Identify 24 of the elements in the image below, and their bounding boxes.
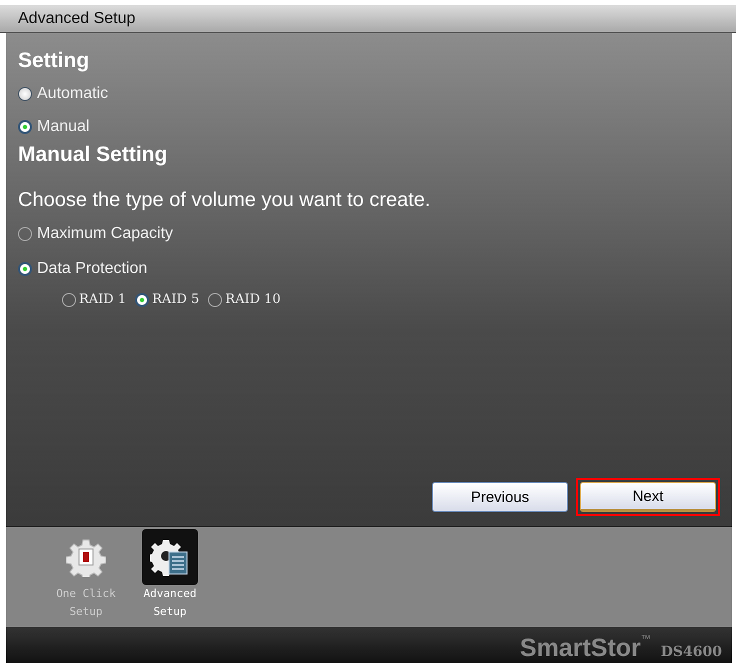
- window-title: Advanced Setup: [18, 10, 136, 28]
- radio-button[interactable]: [208, 292, 222, 306]
- radio-option[interactable]: Manual: [18, 110, 720, 143]
- radio-button[interactable]: [62, 292, 76, 306]
- nav-button[interactable]: Next: [580, 482, 716, 512]
- radio-option[interactable]: RAID 10: [208, 292, 281, 307]
- nav-button[interactable]: Previous: [432, 482, 568, 512]
- section-heading: Setting: [18, 49, 90, 73]
- dock-item[interactable]: Advanced Setup: [142, 527, 198, 627]
- radio-option[interactable]: Data Protection: [18, 251, 720, 286]
- radio-option[interactable]: RAID 1: [62, 292, 126, 307]
- radio-button[interactable]: [18, 226, 32, 240]
- gear-list-icon: [142, 529, 198, 585]
- section-heading: Manual Setting: [18, 143, 168, 167]
- model-name: DS4600: [660, 644, 722, 662]
- radio-button[interactable]: [18, 86, 32, 100]
- brand-logo: SmartStor™: [520, 634, 651, 663]
- prompt-text: Choose the type of volume you want to create.: [18, 189, 432, 212]
- radio-option[interactable]: Automatic: [18, 77, 720, 110]
- radio-button[interactable]: [18, 120, 32, 134]
- radio-option[interactable]: Maximum Capacity: [18, 216, 720, 251]
- radio-option[interactable]: RAID 5: [135, 292, 200, 307]
- radio-button[interactable]: [135, 292, 150, 306]
- radio-button[interactable]: [18, 262, 32, 276]
